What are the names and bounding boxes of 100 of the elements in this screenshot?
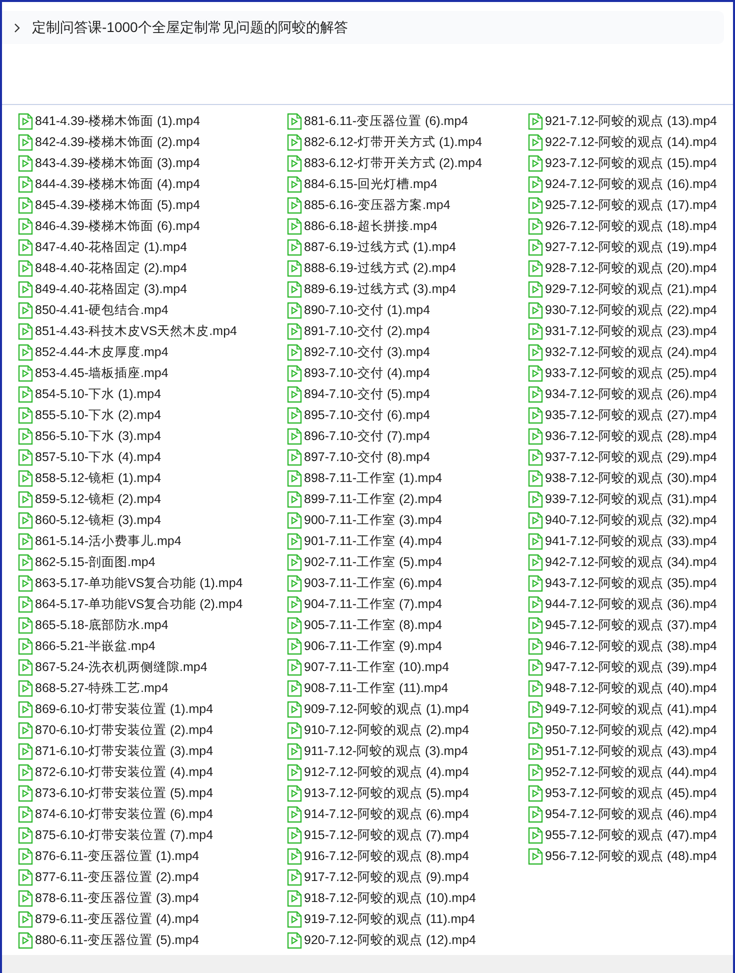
file-item[interactable]: 917-7.12-阿蛟的观点 (9).mp4 bbox=[287, 867, 528, 888]
file-item[interactable]: 893-7.10-交付 (4).mp4 bbox=[287, 363, 528, 384]
file-item[interactable]: 914-7.12-阿蛟的观点 (6).mp4 bbox=[287, 804, 528, 825]
file-item[interactable]: 905-7.11-工作室 (8).mp4 bbox=[287, 615, 528, 636]
file-item[interactable]: 950-7.12-阿蛟的观点 (42).mp4 bbox=[528, 720, 733, 741]
file-item[interactable]: 946-7.12-阿蛟的观点 (38).mp4 bbox=[528, 636, 733, 657]
file-item[interactable]: 909-7.12-阿蛟的观点 (1).mp4 bbox=[287, 699, 528, 720]
file-item[interactable]: 876-6.11-变压器位置 (1).mp4 bbox=[18, 846, 287, 867]
file-item[interactable]: 902-7.11-工作室 (5).mp4 bbox=[287, 552, 528, 573]
file-item[interactable]: 848-4.40-花格固定 (2).mp4 bbox=[18, 258, 287, 279]
file-item[interactable]: 894-7.10-交付 (5).mp4 bbox=[287, 384, 528, 405]
file-item[interactable]: 944-7.12-阿蛟的观点 (36).mp4 bbox=[528, 594, 733, 615]
file-item[interactable]: 854-5.10-下水 (1).mp4 bbox=[18, 384, 287, 405]
file-item[interactable]: 930-7.12-阿蛟的观点 (22).mp4 bbox=[528, 300, 733, 321]
file-item[interactable]: 895-7.10-交付 (6).mp4 bbox=[287, 405, 528, 426]
file-item[interactable]: 927-7.12-阿蛟的观点 (19).mp4 bbox=[528, 237, 733, 258]
file-item[interactable]: 918-7.12-阿蛟的观点 (10).mp4 bbox=[287, 888, 528, 909]
file-item[interactable]: 953-7.12-阿蛟的观点 (45).mp4 bbox=[528, 783, 733, 804]
file-item[interactable]: 877-6.11-变压器位置 (2).mp4 bbox=[18, 867, 287, 888]
file-item[interactable]: 853-4.45-墙板插座.mp4 bbox=[18, 363, 287, 384]
file-item[interactable]: 926-7.12-阿蛟的观点 (18).mp4 bbox=[528, 216, 733, 237]
file-item[interactable]: 899-7.11-工作室 (2).mp4 bbox=[287, 489, 528, 510]
file-item[interactable]: 903-7.11-工作室 (6).mp4 bbox=[287, 573, 528, 594]
file-item[interactable]: 886-6.18-超长拼接.mp4 bbox=[287, 216, 528, 237]
file-item[interactable]: 856-5.10-下水 (3).mp4 bbox=[18, 426, 287, 447]
file-item[interactable]: 908-7.11-工作室 (11).mp4 bbox=[287, 678, 528, 699]
file-item[interactable]: 938-7.12-阿蛟的观点 (30).mp4 bbox=[528, 468, 733, 489]
file-item[interactable]: 919-7.12-阿蛟的观点 (11).mp4 bbox=[287, 909, 528, 930]
file-item[interactable]: 872-6.10-灯带安装位置 (4).mp4 bbox=[18, 762, 287, 783]
file-item[interactable]: 951-7.12-阿蛟的观点 (43).mp4 bbox=[528, 741, 733, 762]
file-item[interactable]: 928-7.12-阿蛟的观点 (20).mp4 bbox=[528, 258, 733, 279]
file-item[interactable]: 857-5.10-下水 (4).mp4 bbox=[18, 447, 287, 468]
file-item[interactable]: 892-7.10-交付 (3).mp4 bbox=[287, 342, 528, 363]
file-item[interactable]: 885-6.16-变压器方案.mp4 bbox=[287, 195, 528, 216]
file-item[interactable]: 935-7.12-阿蛟的观点 (27).mp4 bbox=[528, 405, 733, 426]
file-item[interactable]: 863-5.17-单功能VS复合功能 (1).mp4 bbox=[18, 573, 287, 594]
file-item[interactable]: 954-7.12-阿蛟的观点 (46).mp4 bbox=[528, 804, 733, 825]
file-item[interactable]: 955-7.12-阿蛟的观点 (47).mp4 bbox=[528, 825, 733, 846]
file-item[interactable]: 922-7.12-阿蛟的观点 (14).mp4 bbox=[528, 132, 733, 153]
file-item[interactable]: 939-7.12-阿蛟的观点 (31).mp4 bbox=[528, 489, 733, 510]
file-item[interactable]: 873-6.10-灯带安装位置 (5).mp4 bbox=[18, 783, 287, 804]
file-item[interactable]: 859-5.12-镜柜 (2).mp4 bbox=[18, 489, 287, 510]
file-item[interactable]: 911-7.12-阿蛟的观点 (3).mp4 bbox=[287, 741, 528, 762]
file-item[interactable]: 933-7.12-阿蛟的观点 (25).mp4 bbox=[528, 363, 733, 384]
file-item[interactable]: 884-6.15-回光灯槽.mp4 bbox=[287, 174, 528, 195]
file-item[interactable]: 925-7.12-阿蛟的观点 (17).mp4 bbox=[528, 195, 733, 216]
file-item[interactable]: 861-5.14-活小费事儿.mp4 bbox=[18, 531, 287, 552]
file-item[interactable]: 842-4.39-楼梯木饰面 (2).mp4 bbox=[18, 132, 287, 153]
file-item[interactable]: 949-7.12-阿蛟的观点 (41).mp4 bbox=[528, 699, 733, 720]
file-item[interactable]: 875-6.10-灯带安装位置 (7).mp4 bbox=[18, 825, 287, 846]
file-item[interactable]: 852-4.44-木皮厚度.mp4 bbox=[18, 342, 287, 363]
file-item[interactable]: 920-7.12-阿蛟的观点 (12).mp4 bbox=[287, 930, 528, 951]
file-item[interactable]: 904-7.11-工作室 (7).mp4 bbox=[287, 594, 528, 615]
file-item[interactable]: 846-4.39-楼梯木饰面 (6).mp4 bbox=[18, 216, 287, 237]
file-item[interactable]: 878-6.11-变压器位置 (3).mp4 bbox=[18, 888, 287, 909]
file-item[interactable]: 940-7.12-阿蛟的观点 (32).mp4 bbox=[528, 510, 733, 531]
file-item[interactable]: 849-4.40-花格固定 (3).mp4 bbox=[18, 279, 287, 300]
file-item[interactable]: 862-5.15-剖面图.mp4 bbox=[18, 552, 287, 573]
file-item[interactable]: 865-5.18-底部防水.mp4 bbox=[18, 615, 287, 636]
file-item[interactable]: 890-7.10-交付 (1).mp4 bbox=[287, 300, 528, 321]
file-item[interactable]: 874-6.10-灯带安装位置 (6).mp4 bbox=[18, 804, 287, 825]
file-item[interactable]: 924-7.12-阿蛟的观点 (16).mp4 bbox=[528, 174, 733, 195]
file-item[interactable]: 921-7.12-阿蛟的观点 (13).mp4 bbox=[528, 111, 733, 132]
file-item[interactable]: 860-5.12-镜柜 (3).mp4 bbox=[18, 510, 287, 531]
file-item[interactable]: 844-4.39-楼梯木饰面 (4).mp4 bbox=[18, 174, 287, 195]
file-item[interactable]: 868-5.27-特殊工艺.mp4 bbox=[18, 678, 287, 699]
file-item[interactable]: 936-7.12-阿蛟的观点 (28).mp4 bbox=[528, 426, 733, 447]
file-item[interactable]: 943-7.12-阿蛟的观点 (35).mp4 bbox=[528, 573, 733, 594]
file-item[interactable]: 900-7.11-工作室 (3).mp4 bbox=[287, 510, 528, 531]
file-item[interactable]: 948-7.12-阿蛟的观点 (40).mp4 bbox=[528, 678, 733, 699]
file-item[interactable]: 881-6.11-变压器位置 (6).mp4 bbox=[287, 111, 528, 132]
file-item[interactable]: 906-7.11-工作室 (9).mp4 bbox=[287, 636, 528, 657]
file-item[interactable]: 850-4.41-硬包结合.mp4 bbox=[18, 300, 287, 321]
file-item[interactable]: 897-7.10-交付 (8).mp4 bbox=[287, 447, 528, 468]
file-item[interactable]: 907-7.11-工作室 (10).mp4 bbox=[287, 657, 528, 678]
file-item[interactable]: 937-7.12-阿蛟的观点 (29).mp4 bbox=[528, 447, 733, 468]
file-item[interactable]: 845-4.39-楼梯木饰面 (5).mp4 bbox=[18, 195, 287, 216]
file-item[interactable]: 901-7.11-工作室 (4).mp4 bbox=[287, 531, 528, 552]
file-item[interactable]: 879-6.11-变压器位置 (4).mp4 bbox=[18, 909, 287, 930]
file-item[interactable]: 867-5.24-洗衣机两侧缝隙.mp4 bbox=[18, 657, 287, 678]
file-item[interactable]: 934-7.12-阿蛟的观点 (26).mp4 bbox=[528, 384, 733, 405]
file-item[interactable]: 880-6.11-变压器位置 (5).mp4 bbox=[18, 930, 287, 951]
file-item[interactable]: 898-7.11-工作室 (1).mp4 bbox=[287, 468, 528, 489]
file-item[interactable]: 866-5.21-半嵌盆.mp4 bbox=[18, 636, 287, 657]
file-item[interactable]: 870-6.10-灯带安装位置 (2).mp4 bbox=[18, 720, 287, 741]
file-item[interactable]: 912-7.12-阿蛟的观点 (4).mp4 bbox=[287, 762, 528, 783]
file-item[interactable]: 932-7.12-阿蛟的观点 (24).mp4 bbox=[528, 342, 733, 363]
file-item[interactable]: 869-6.10-灯带安装位置 (1).mp4 bbox=[18, 699, 287, 720]
file-item[interactable]: 882-6.12-灯带开关方式 (1).mp4 bbox=[287, 132, 528, 153]
file-item[interactable]: 931-7.12-阿蛟的观点 (23).mp4 bbox=[528, 321, 733, 342]
file-item[interactable]: 889-6.19-过线方式 (3).mp4 bbox=[287, 279, 528, 300]
file-item[interactable]: 913-7.12-阿蛟的观点 (5).mp4 bbox=[287, 783, 528, 804]
file-item[interactable]: 871-6.10-灯带安装位置 (3).mp4 bbox=[18, 741, 287, 762]
file-item[interactable]: 942-7.12-阿蛟的观点 (34).mp4 bbox=[528, 552, 733, 573]
file-item[interactable]: 910-7.12-阿蛟的观点 (2).mp4 bbox=[287, 720, 528, 741]
file-item[interactable]: 896-7.10-交付 (7).mp4 bbox=[287, 426, 528, 447]
chevron-right-icon[interactable] bbox=[14, 22, 20, 32]
file-item[interactable]: 952-7.12-阿蛟的观点 (44).mp4 bbox=[528, 762, 733, 783]
file-item[interactable]: 887-6.19-过线方式 (1).mp4 bbox=[287, 237, 528, 258]
file-item[interactable]: 841-4.39-楼梯木饰面 (1).mp4 bbox=[18, 111, 287, 132]
